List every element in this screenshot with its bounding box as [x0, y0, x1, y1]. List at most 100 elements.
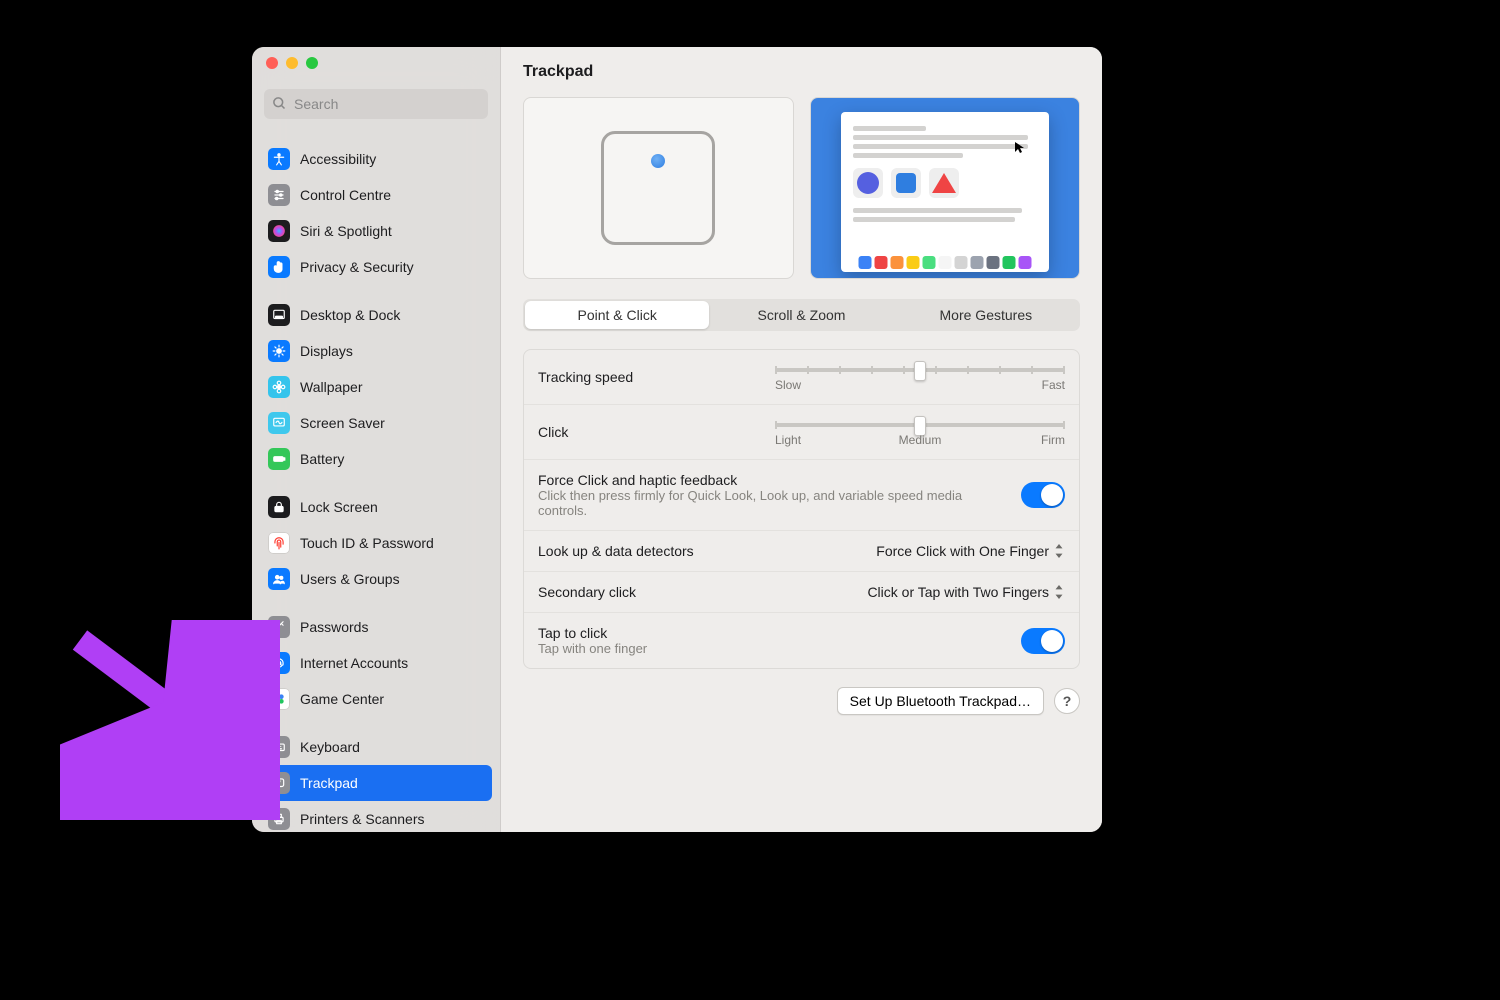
row-secondary-click: Secondary click Click or Tap with Two Fi… — [524, 571, 1079, 612]
key-icon — [268, 616, 290, 638]
click-slider[interactable]: LightMediumFirm — [775, 417, 1065, 447]
sidebar-item-trackpad[interactable]: Trackpad — [260, 765, 492, 801]
sidebar-item-control-centre[interactable]: Control Centre — [260, 177, 492, 213]
zoom-button[interactable] — [306, 57, 318, 69]
window-controls — [252, 47, 500, 83]
sidebar-item-label: Desktop & Dock — [300, 301, 400, 329]
click-label: Click — [538, 424, 568, 440]
sliders-icon — [268, 184, 290, 206]
trackpad-icon — [268, 772, 290, 794]
sidebar-item-label: Lock Screen — [300, 493, 378, 521]
flower-icon — [268, 376, 290, 398]
sidebar-item-label: Wallpaper — [300, 373, 363, 401]
dock-icon — [268, 304, 290, 326]
search-input[interactable] — [264, 89, 488, 119]
sidebar-item-game-center[interactable]: Game Center — [260, 681, 492, 717]
sidebar-item-label: Game Center — [300, 685, 384, 713]
sidebar-nav: Accessibility Control Centre Siri & Spotli… — [252, 129, 500, 832]
sidebar: Accessibility Control Centre Siri & Spotli… — [252, 47, 501, 832]
sidebar-item-lock-screen[interactable]: Lock Screen — [260, 489, 492, 525]
force-click-label: Force Click and haptic feedback — [538, 472, 968, 488]
game-icon — [268, 688, 290, 710]
dock-preview — [853, 253, 1036, 272]
secondary-click-popup[interactable]: Click or Tap with Two Fingers — [867, 584, 1065, 600]
sidebar-item-touch-id-password[interactable]: Touch ID & Password — [260, 525, 492, 561]
sidebar-item-wallpaper[interactable]: Wallpaper — [260, 369, 492, 405]
row-click: Click LightMediumFirm — [524, 404, 1079, 459]
accessibility-icon — [268, 148, 290, 170]
tracking-speed-label: Tracking speed — [538, 369, 633, 385]
sidebar-item-passwords[interactable]: Passwords — [260, 609, 492, 645]
tab-scroll-zoom[interactable]: Scroll & Zoom — [709, 301, 893, 329]
sidebar-item-battery[interactable]: Battery — [260, 441, 492, 477]
sun-icon — [268, 340, 290, 362]
row-force-click: Force Click and haptic feedback Click th… — [524, 459, 1079, 530]
system-settings-window: Accessibility Control Centre Siri & Spotli… — [252, 47, 1102, 832]
tracking-speed-slider[interactable]: SlowFast — [775, 362, 1065, 392]
sidebar-item-label: Displays — [300, 337, 353, 365]
sidebar-item-label: Siri & Spotlight — [300, 217, 392, 245]
page-title: Trackpad — [501, 47, 1102, 97]
force-click-toggle[interactable] — [1021, 482, 1065, 508]
cursor-icon — [1015, 142, 1025, 154]
finger-icon — [268, 532, 290, 554]
screensaver-icon — [268, 412, 290, 434]
sidebar-item-label: Privacy & Security — [300, 253, 414, 281]
lookup-label: Look up & data detectors — [538, 543, 694, 559]
sidebar-item-privacy-security[interactable]: Privacy & Security — [260, 249, 492, 285]
tab-point-click[interactable]: Point & Click — [525, 301, 709, 329]
tap-to-click-toggle[interactable] — [1021, 628, 1065, 654]
tap-to-click-label: Tap to click — [538, 625, 647, 641]
sidebar-item-label: Touch ID & Password — [300, 529, 434, 557]
settings-panel: Tracking speed SlowFast Click LightMediu… — [523, 349, 1080, 669]
trackpad-outline-icon — [601, 131, 715, 245]
secondary-click-label: Secondary click — [538, 584, 636, 600]
force-click-desc: Click then press firmly for Quick Look, … — [538, 488, 968, 518]
help-button[interactable]: ? — [1054, 688, 1080, 714]
users-icon — [268, 568, 290, 590]
sidebar-item-label: Control Centre — [300, 181, 391, 209]
main-panel: Trackpad — [501, 47, 1102, 832]
sidebar-item-users-groups[interactable]: Users & Groups — [260, 561, 492, 597]
sidebar-item-displays[interactable]: Displays — [260, 333, 492, 369]
hand-icon — [268, 256, 290, 278]
tab-more-gestures[interactable]: More Gestures — [894, 301, 1078, 329]
sidebar-item-keyboard[interactable]: Keyboard — [260, 729, 492, 765]
sidebar-item-label: Keyboard — [300, 733, 360, 761]
row-lookup: Look up & data detectors Force Click wit… — [524, 530, 1079, 571]
sidebar-item-desktop-dock[interactable]: Desktop & Dock — [260, 297, 492, 333]
updown-icon — [1053, 544, 1065, 558]
close-button[interactable] — [266, 57, 278, 69]
sidebar-item-accessibility[interactable]: Accessibility — [260, 141, 492, 177]
sidebar-item-screen-saver[interactable]: Screen Saver — [260, 405, 492, 441]
sidebar-item-label: Screen Saver — [300, 409, 385, 437]
search-field[interactable] — [264, 89, 488, 119]
sidebar-item-label: Accessibility — [300, 145, 376, 173]
preview-row — [523, 97, 1080, 279]
sidebar-item-label: Battery — [300, 445, 344, 473]
search-icon — [272, 96, 287, 111]
trackpad-preview — [523, 97, 794, 279]
row-tracking-speed: Tracking speed SlowFast — [524, 350, 1079, 404]
updown-icon — [1053, 585, 1065, 599]
at-icon — [268, 652, 290, 674]
sidebar-item-internet-accounts[interactable]: Internet Accounts — [260, 645, 492, 681]
desktop-preview — [810, 97, 1081, 279]
minimize-button[interactable] — [286, 57, 298, 69]
siri-icon — [268, 220, 290, 242]
keyboard-icon — [268, 736, 290, 758]
sidebar-item-label: Printers & Scanners — [300, 805, 425, 832]
lookup-popup[interactable]: Force Click with One Finger — [876, 543, 1065, 559]
footer: Set Up Bluetooth Trackpad… ? — [523, 687, 1080, 715]
tabs-segmented[interactable]: Point & ClickScroll & ZoomMore Gestures — [523, 299, 1080, 331]
setup-bluetooth-trackpad-button[interactable]: Set Up Bluetooth Trackpad… — [837, 687, 1044, 715]
touch-indicator-icon — [651, 154, 665, 168]
tap-to-click-desc: Tap with one finger — [538, 641, 647, 656]
battery-icon — [268, 448, 290, 470]
row-tap-to-click: Tap to click Tap with one finger — [524, 612, 1079, 668]
sidebar-item-printers-scanners[interactable]: Printers & Scanners — [260, 801, 492, 832]
printer-icon — [268, 808, 290, 830]
sidebar-item-label: Users & Groups — [300, 565, 400, 593]
sidebar-item-siri-spotlight[interactable]: Siri & Spotlight — [260, 213, 492, 249]
sidebar-item-label: Passwords — [300, 613, 368, 641]
